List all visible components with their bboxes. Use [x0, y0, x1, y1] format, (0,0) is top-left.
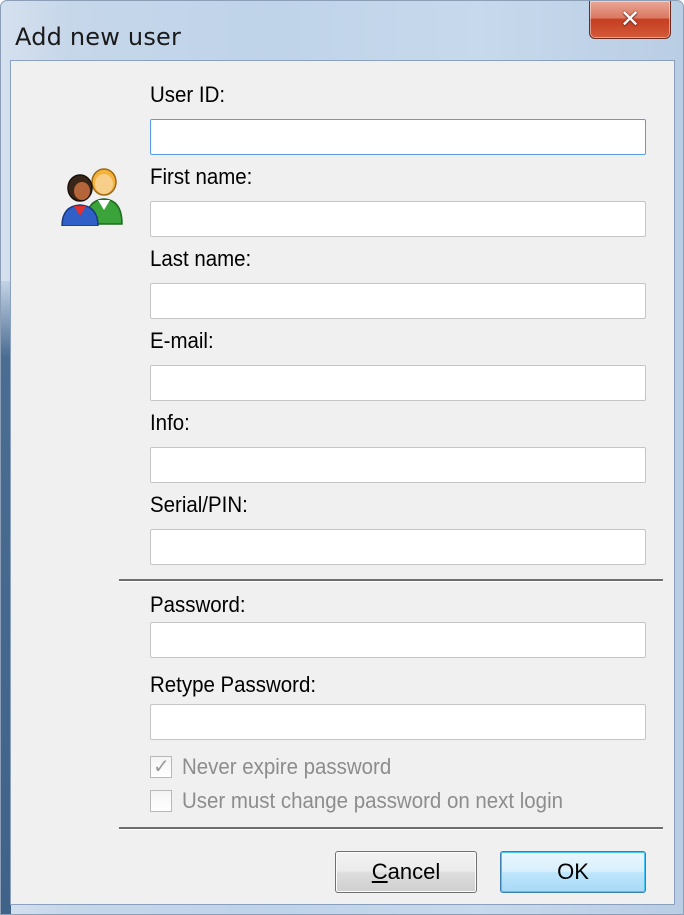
- first-name-label: First name:: [150, 164, 253, 189]
- email-input[interactable]: [150, 365, 646, 401]
- users-icon: [61, 168, 123, 226]
- separator-bottom: [119, 827, 663, 830]
- email-label: E-mail:: [150, 328, 214, 353]
- checkmark-icon: ✓: [153, 754, 170, 778]
- must-change-checkbox[interactable]: [150, 790, 172, 812]
- cancel-label: ancel: [387, 859, 441, 884]
- window-title: Add new user: [15, 23, 182, 51]
- user-id-input[interactable]: [150, 119, 646, 155]
- never-expire-checkbox[interactable]: ✓: [150, 754, 172, 778]
- info-label: Info:: [150, 410, 190, 435]
- serial-pin-label: Serial/PIN:: [150, 492, 248, 517]
- must-change-label: User must change password on next login: [182, 788, 563, 813]
- retype-password-label: Retype Password:: [150, 672, 317, 697]
- retype-password-input[interactable]: [150, 704, 646, 740]
- dialog-client-area: User ID: First name: Last name: E-mail: …: [10, 60, 675, 905]
- add-user-dialog: Add new user ✕ User ID: First name: Last…: [0, 0, 684, 915]
- password-label: Password:: [150, 592, 246, 617]
- title-bar[interactable]: Add new user ✕: [1, 1, 683, 61]
- last-name-label: Last name:: [150, 246, 252, 271]
- cancel-button[interactable]: Cancel: [335, 851, 477, 893]
- last-name-input[interactable]: [150, 283, 646, 319]
- ok-button[interactable]: OK: [500, 851, 646, 893]
- close-icon: ✕: [619, 5, 641, 33]
- cancel-mnemonic: C: [371, 859, 388, 884]
- close-button[interactable]: ✕: [589, 1, 671, 39]
- separator-top: [119, 579, 663, 582]
- serial-pin-input[interactable]: [150, 529, 646, 565]
- never-expire-checkbox-row[interactable]: ✓ Never expire password: [150, 754, 407, 780]
- user-id-label: User ID:: [150, 82, 226, 107]
- ok-label: OK: [557, 859, 589, 884]
- must-change-checkbox-row[interactable]: User must change password on next login: [150, 788, 592, 814]
- never-expire-label: Never expire password: [182, 754, 392, 779]
- password-input[interactable]: [150, 622, 646, 658]
- first-name-input[interactable]: [150, 201, 646, 237]
- info-input[interactable]: [150, 447, 646, 483]
